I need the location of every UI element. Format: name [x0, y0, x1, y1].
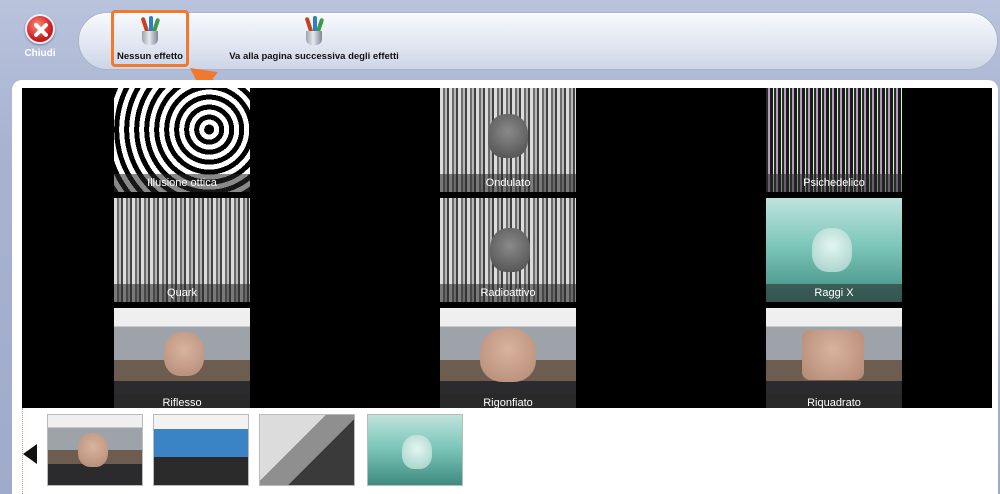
no-effect-button[interactable]: Nessun effetto: [113, 13, 187, 71]
brush-pot-icon: [137, 16, 163, 45]
effect-tile-riflesso[interactable]: Riflesso: [114, 308, 250, 412]
effect-tile-illusione-ottica[interactable]: Illusione ottica: [114, 88, 250, 192]
preview-face: [488, 114, 528, 158]
effect-label: Quark: [114, 284, 250, 302]
effect-label: Psichedelico: [766, 174, 902, 192]
brush-pot-icon: [301, 16, 327, 45]
scroll-left-arrow-icon[interactable]: [23, 444, 37, 464]
thumbnail-strip: [22, 408, 998, 494]
effect-label: Raggi X: [766, 284, 902, 302]
effect-label: Ondulato: [440, 174, 576, 192]
close-icon: [25, 14, 55, 44]
top-bar: Chiudi Nessun effetto Va alla pagina suc…: [0, 0, 1000, 78]
effect-tile-psichedelico[interactable]: Psichedelico: [766, 88, 902, 192]
effect-tile-riquadrato[interactable]: Riquadrato: [766, 308, 902, 412]
preview-face: [78, 433, 108, 467]
photo-thumbnail[interactable]: [367, 414, 463, 486]
close-label: Chiudi: [24, 48, 56, 59]
photo-thumbnail[interactable]: [47, 414, 143, 486]
photo-thumbnail[interactable]: [259, 414, 355, 486]
preview-face: [164, 332, 204, 376]
preview-face: [802, 330, 864, 380]
effect-tile-ondulato[interactable]: Ondulato: [440, 88, 576, 192]
effect-tile-radioattivo[interactable]: Radioattivo: [440, 198, 576, 302]
effect-tile-quark[interactable]: Quark: [114, 198, 250, 302]
preview-face: [402, 435, 432, 469]
effects-grid: Illusione ottica Ondulato Psichedelico Q…: [22, 88, 992, 412]
next-effects-page-button[interactable]: Va alla pagina successiva degli effetti: [219, 13, 409, 71]
effects-toolbar: Nessun effetto Va alla pagina successiva…: [78, 10, 998, 71]
effect-label: Illusione ottica: [114, 174, 250, 192]
no-effect-label: Nessun effetto: [117, 51, 183, 62]
effect-label: Radioattivo: [440, 284, 576, 302]
photo-thumbnail[interactable]: [153, 414, 249, 486]
next-effects-page-label: Va alla pagina successiva degli effetti: [229, 51, 399, 62]
close-button[interactable]: Chiudi: [14, 14, 66, 68]
preview-face: [490, 228, 530, 272]
preview-face: [480, 328, 536, 382]
effect-tile-rigonfiato[interactable]: Rigonfiato: [440, 308, 576, 412]
effect-tile-raggi-x[interactable]: Raggi X: [766, 198, 902, 302]
preview-face: [812, 228, 852, 272]
